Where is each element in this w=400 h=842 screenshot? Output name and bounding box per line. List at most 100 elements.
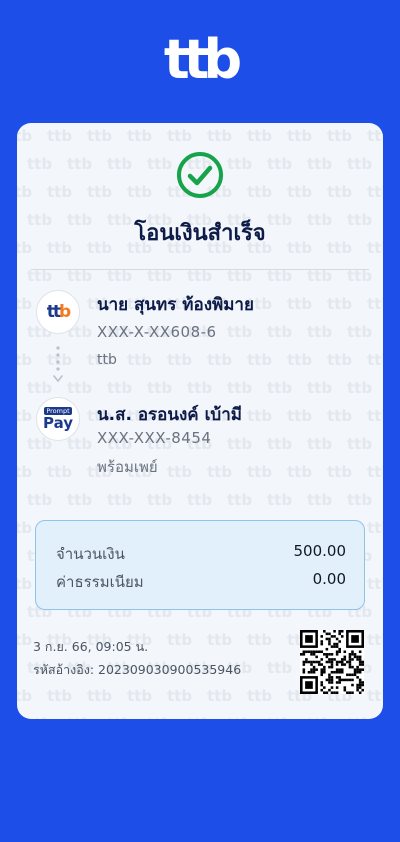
svg-text:ttb: ttb <box>327 183 352 201</box>
svg-text:ttb: ttb <box>227 715 252 719</box>
svg-text:ttb: ttb <box>327 463 352 481</box>
svg-text:ttb: ttb <box>347 715 372 719</box>
svg-text:ttb: ttb <box>147 155 172 173</box>
svg-text:ttb: ttb <box>267 323 292 341</box>
svg-text:ttb: ttb <box>347 379 372 397</box>
svg-text:ttb: ttb <box>367 407 383 425</box>
svg-text:ttb: ttb <box>127 351 152 369</box>
svg-text:ttb: ttb <box>287 295 312 313</box>
svg-text:ttb: ttb <box>267 715 292 719</box>
svg-text:ttb: ttb <box>367 127 383 145</box>
svg-text:ttb: ttb <box>247 407 272 425</box>
svg-text:ttb: ttb <box>207 127 232 145</box>
fee-value: 0.00 <box>312 570 346 588</box>
check-circle-icon <box>177 152 223 198</box>
svg-text:ttb: ttb <box>327 127 352 145</box>
sender-account: XXX-X-XX608-6 <box>97 323 217 341</box>
svg-text:ttb: ttb <box>307 491 332 509</box>
svg-text:ttb: ttb <box>207 631 232 649</box>
svg-text:ttb: ttb <box>167 351 192 369</box>
svg-text:ttb: ttb <box>167 127 192 145</box>
svg-text:ttb: ttb <box>267 659 292 677</box>
svg-text:ttb: ttb <box>307 323 332 341</box>
svg-text:ttb: ttb <box>87 687 112 705</box>
svg-text:ttb: ttb <box>307 155 332 173</box>
svg-text:ttb: ttb <box>17 127 32 145</box>
svg-text:ttb: ttb <box>27 379 52 397</box>
receiver-bank-logo: Prompt Pay <box>36 397 80 441</box>
receiver-account: XXX-XXX-8454 <box>97 429 212 447</box>
svg-text:ttb: ttb <box>347 491 372 509</box>
svg-text:ttb: ttb <box>47 463 72 481</box>
svg-text:ttb: ttb <box>27 155 52 173</box>
svg-text:ttb: ttb <box>347 435 372 453</box>
transfer-arrow-icon <box>53 346 63 383</box>
svg-text:ttb: ttb <box>347 155 372 173</box>
svg-text:ttb: ttb <box>187 491 212 509</box>
svg-text:ttb: ttb <box>307 379 332 397</box>
sender-bank-logo: ttb <box>36 290 80 334</box>
svg-text:ttb: ttb <box>207 351 232 369</box>
svg-text:ttb: ttb <box>247 127 272 145</box>
svg-text:ttb: ttb <box>247 687 272 705</box>
svg-text:ttb: ttb <box>167 463 192 481</box>
svg-text:ttb: ttb <box>107 155 132 173</box>
svg-text:ttb: ttb <box>367 183 383 201</box>
svg-text:ttb: ttb <box>267 155 292 173</box>
svg-text:ttb: ttb <box>327 351 352 369</box>
svg-text:ttb: ttb <box>17 295 32 313</box>
svg-text:ttb: ttb <box>247 463 272 481</box>
svg-text:ttb: ttb <box>167 687 192 705</box>
svg-text:ttb: ttb <box>287 127 312 145</box>
svg-text:ttb: ttb <box>227 379 252 397</box>
svg-text:ttb: ttb <box>307 435 332 453</box>
svg-text:ttb: ttb <box>17 351 32 369</box>
promptpay-logo: Prompt Pay <box>42 406 74 433</box>
svg-text:ttb: ttb <box>347 323 372 341</box>
svg-text:ttb: ttb <box>107 491 132 509</box>
svg-text:ttb: ttb <box>367 295 383 313</box>
svg-text:ttb: ttb <box>327 407 352 425</box>
svg-text:ttb: ttb <box>127 183 152 201</box>
sender-bank: ttb <box>97 352 117 368</box>
reference-number: รหัสอ้างอิง: 202309030900535946 <box>33 662 242 677</box>
svg-text:ttb: ttb <box>227 491 252 509</box>
svg-text:ttb: ttb <box>247 631 272 649</box>
svg-text:ttb: ttb <box>247 183 272 201</box>
svg-text:ttb: ttb <box>127 127 152 145</box>
svg-text:ttb: ttb <box>17 575 32 593</box>
svg-text:ttb: ttb <box>17 183 32 201</box>
svg-text:ttb: ttb <box>367 575 383 593</box>
svg-text:ttb: ttb <box>367 687 383 705</box>
svg-text:ttb: ttb <box>207 463 232 481</box>
svg-text:ttb: ttb <box>367 631 383 649</box>
svg-text:ttb: ttb <box>67 155 92 173</box>
amount-value: 500.00 <box>293 542 347 560</box>
svg-text:ttb: ttb <box>187 379 212 397</box>
svg-text:ttb: ttb <box>367 519 383 537</box>
svg-text:ttb: ttb <box>367 463 383 481</box>
svg-text:ttb: ttb <box>207 687 232 705</box>
svg-text:ttb: ttb <box>247 351 272 369</box>
svg-text:ttb: ttb <box>87 127 112 145</box>
svg-text:ttb: ttb <box>27 491 52 509</box>
sender-name: นาย สุนทร ท้องพิมาย <box>97 295 254 315</box>
transaction-datetime: 3 ก.ย. 66, 09:05 น. <box>33 639 149 654</box>
svg-text:ttb: ttb <box>47 183 72 201</box>
svg-text:ttb: ttb <box>107 715 132 719</box>
svg-text:ttb: ttb <box>147 379 172 397</box>
svg-text:ttb: ttb <box>47 127 72 145</box>
svg-text:ttb: ttb <box>187 715 212 719</box>
svg-text:ttb: ttb <box>17 631 32 649</box>
svg-text:ttb: ttb <box>67 491 92 509</box>
svg-text:ttb: ttb <box>147 715 172 719</box>
svg-text:ttb: ttb <box>267 435 292 453</box>
svg-text:ttb: ttb <box>287 407 312 425</box>
promptpay-logo-bottom: Pay <box>42 414 74 433</box>
svg-text:ttb: ttb <box>287 183 312 201</box>
qr-code[interactable] <box>300 630 364 694</box>
svg-text:ttb: ttb <box>307 715 332 719</box>
logo-text: ttb <box>163 28 242 91</box>
svg-text:ttb: ttb <box>227 435 252 453</box>
svg-text:ttb: ttb <box>17 519 32 537</box>
